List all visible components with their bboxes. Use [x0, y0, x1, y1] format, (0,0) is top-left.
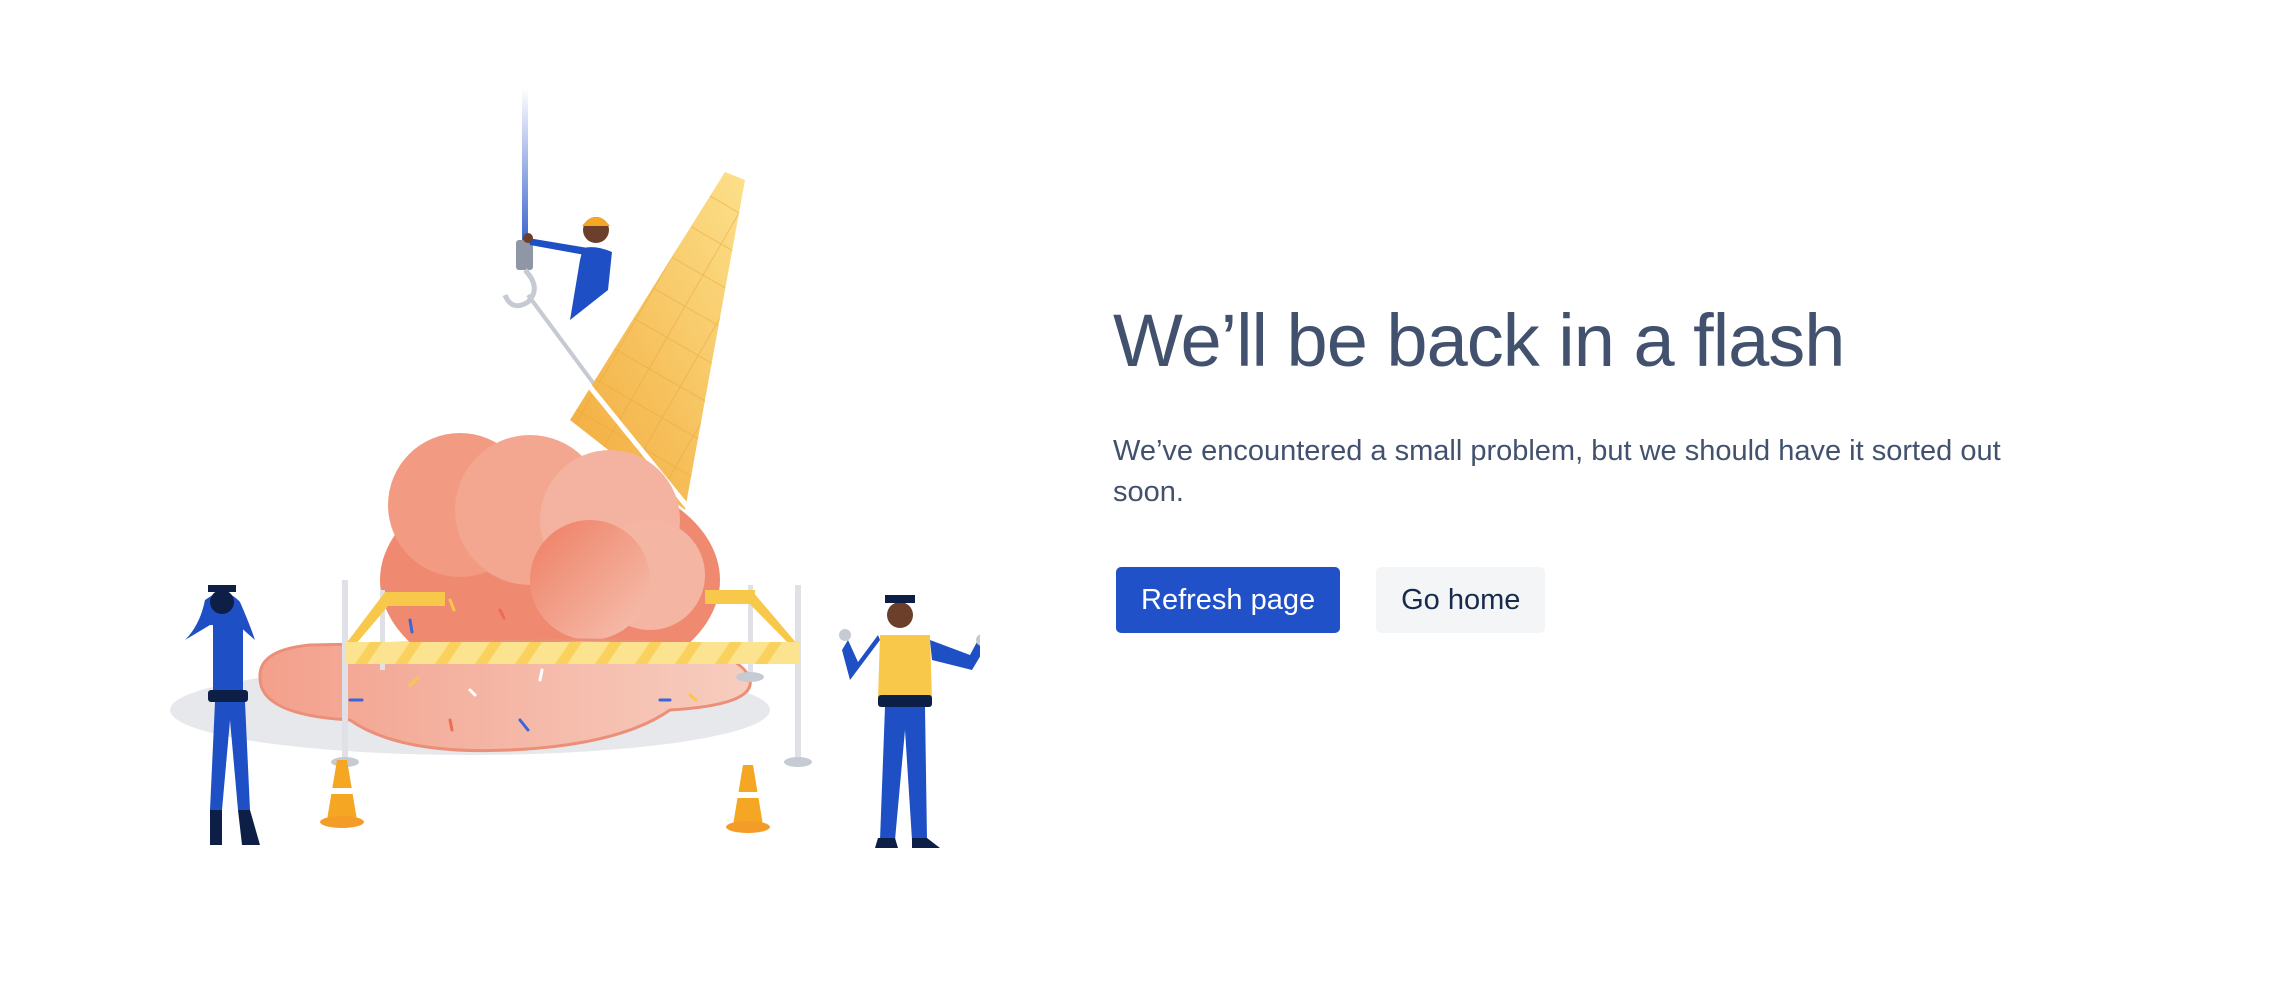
police-officer-right [839, 595, 980, 848]
traffic-cone-right [726, 765, 770, 833]
error-message: We’ve encountered a small problem, but w… [1113, 435, 2001, 509]
action-buttons: Refresh page Go home [1116, 567, 2073, 634]
error-page: We’ll be back in a flash We’ve encounter… [0, 0, 2290, 992]
refresh-page-button[interactable]: Refresh page [1116, 567, 1341, 634]
crane-cable [522, 88, 528, 258]
error-title: We’ll be back in a flash [1113, 299, 1845, 382]
error-content: We’ll be back in a flash We’ve encounter… [1113, 299, 2073, 634]
fallen-ice-cream-illustration [170, 88, 980, 848]
traffic-cone-left [320, 760, 364, 828]
go-home-button[interactable]: Go home [1376, 567, 1546, 634]
